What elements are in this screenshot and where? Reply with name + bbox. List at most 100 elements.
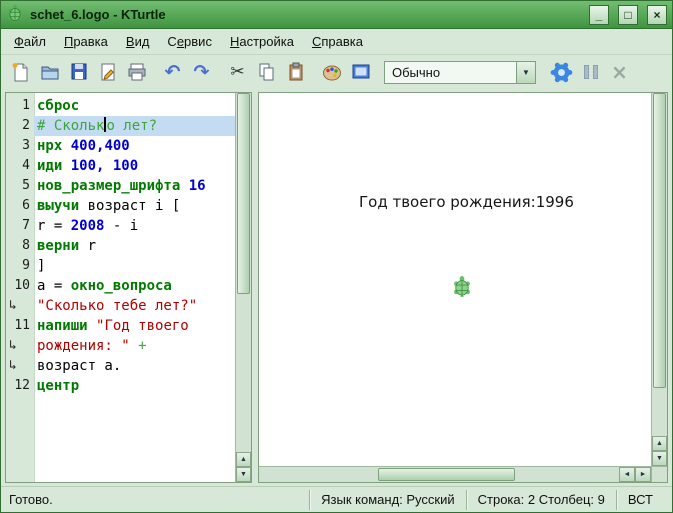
turtle-canvas: Год твоего рождения:1996 (259, 93, 651, 466)
status-insert-mode: ВСТ (616, 490, 664, 510)
editor-lines[interactable]: 1сброс2# Сколько лет?3нрх 400,4004иди 10… (6, 93, 235, 482)
main-area: 1сброс2# Сколько лет?3нрх 400,4004иди 10… (1, 89, 672, 486)
scrollbar-corner (651, 466, 667, 482)
open-file-button[interactable] (36, 59, 63, 86)
undo-button[interactable]: ↶ (159, 59, 186, 86)
editor-line[interactable]: 5нов_размер_шрифта 16 (6, 176, 235, 196)
scroll-left-icon: ◄ (624, 471, 631, 478)
print-button[interactable] (123, 59, 150, 86)
redo-button[interactable]: ↷ (188, 59, 215, 86)
editor-line[interactable]: 12центр (6, 376, 235, 396)
status-bar: Готово. Язык команд: Русский Строка: 2 С… (1, 486, 672, 512)
menu-view[interactable]: Вид (117, 30, 159, 53)
line-number: 4 (6, 156, 34, 176)
canvas-vscrollbar-track[interactable] (652, 93, 667, 436)
scroll-up-button[interactable]: ▲ (236, 452, 251, 467)
save-floppy-icon (68, 61, 90, 83)
editor-line[interactable]: 1сброс (6, 96, 235, 116)
line-number: 8 (6, 236, 34, 256)
editor-line[interactable]: ↳возраст а. (6, 356, 235, 376)
editor-line[interactable]: 6выучи возраст i [ (6, 196, 235, 216)
editor-vertical-scrollbar[interactable]: ▲ ▼ (235, 93, 251, 482)
scroll-up-icon: ▲ (656, 440, 663, 447)
paste-button[interactable] (282, 59, 309, 86)
pause-button[interactable] (577, 59, 604, 86)
editor-line[interactable]: ↳"Сколько тебе лет?" (6, 296, 235, 316)
canvas-vscrollbar-thumb[interactable] (653, 93, 666, 388)
abort-x-icon: × (611, 62, 628, 82)
canvas-scroll-left-button[interactable]: ◄ (619, 467, 635, 482)
save-button[interactable] (65, 59, 92, 86)
code-text: иди 100, 100 (34, 156, 235, 176)
code-text: рождения: " + (34, 336, 235, 356)
code-text: ] (34, 256, 235, 276)
code-text: нов_размер_шрифта 16 (34, 176, 235, 196)
editor-line[interactable]: 11напиши "Год твоего (6, 316, 235, 336)
editor-line[interactable]: ↳рождения: " + (6, 336, 235, 356)
abort-button[interactable]: × (606, 59, 633, 86)
editor-line[interactable]: 3нрх 400,400 (6, 136, 235, 156)
line-number: 3 (6, 136, 34, 156)
chevron-down-icon[interactable]: ▼ (516, 62, 535, 83)
fullscreen-icon (350, 61, 372, 83)
code-text: центр (34, 376, 235, 396)
scroll-up-icon: ▲ (240, 456, 247, 463)
cut-button[interactable]: ✂ (224, 59, 251, 86)
canvas-hscrollbar-track[interactable] (259, 467, 619, 482)
editor-line[interactable]: 7r = 2008 - i (6, 216, 235, 236)
code-text: # Сколько лет? (34, 116, 235, 136)
code-text: верни r (34, 236, 235, 256)
editor-scrollbar-track[interactable] (236, 93, 251, 452)
maximize-icon: □ (624, 9, 631, 21)
scroll-down-icon: ▼ (656, 455, 663, 462)
scroll-right-icon: ► (640, 471, 647, 478)
fullscreen-button[interactable] (347, 59, 374, 86)
palette-icon (321, 61, 343, 83)
undo-icon: ↶ (165, 63, 181, 82)
canvas-horizontal-scrollbar[interactable]: ◄ ► (259, 466, 651, 482)
run-button[interactable] (548, 59, 575, 86)
code-editor-pane: 1сброс2# Сколько лет?3нрх 400,4004иди 10… (5, 92, 252, 483)
canvas-scroll-right-button[interactable]: ► (635, 467, 651, 482)
editor-line[interactable]: 2# Сколько лет? (6, 116, 235, 136)
editor-line[interactable]: 8верни r (6, 236, 235, 256)
canvas-scroll-up-button[interactable]: ▲ (652, 436, 667, 451)
menu-tools[interactable]: Сервис (158, 30, 221, 53)
colors-button[interactable] (318, 59, 345, 86)
line-number: 5 (6, 176, 34, 196)
canvas-scroll-down-button[interactable]: ▼ (652, 451, 667, 466)
line-number: 1 (6, 96, 34, 116)
status-right-panels: Язык команд: Русский Строка: 2 Столбец: … (309, 487, 664, 512)
status-language: Язык команд: Русский (309, 490, 465, 510)
code-text: выучи возраст i [ (34, 196, 235, 216)
cut-scissors-icon: ✂ (230, 64, 244, 81)
menu-help[interactable]: Справка (303, 30, 372, 53)
canvas-vertical-scrollbar[interactable]: ▲ ▼ (651, 93, 667, 466)
menu-file[interactable]: Файл (5, 30, 55, 53)
close-button[interactable]: × (647, 5, 667, 25)
line-number: 10 (6, 276, 34, 296)
canvas-output-text: Год твоего рождения:1996 (359, 193, 574, 211)
maximize-button[interactable]: □ (618, 5, 638, 25)
editor-line[interactable]: 10а = окно_вопроса (6, 276, 235, 296)
canvas-hscrollbar-thumb[interactable] (378, 468, 515, 481)
line-wrap-icon: ↳ (6, 336, 34, 356)
code-text: напиши "Год твоего (34, 316, 235, 336)
speed-select[interactable]: Обычно ▼ (384, 61, 536, 84)
code-text: а = окно_вопроса (34, 276, 235, 296)
minimize-icon: _ (596, 9, 603, 21)
scroll-down-button[interactable]: ▼ (236, 467, 251, 482)
edit-document-button[interactable] (94, 59, 121, 86)
paste-clipboard-icon (285, 61, 307, 83)
new-file-button[interactable] (7, 59, 34, 86)
editor-line[interactable]: 4иди 100, 100 (6, 156, 235, 176)
minimize-button[interactable]: _ (589, 5, 609, 25)
editor-scrollbar-thumb[interactable] (237, 93, 250, 294)
menu-edit[interactable]: Правка (55, 30, 117, 53)
scroll-down-icon: ▼ (240, 471, 247, 478)
code-text: r = 2008 - i (34, 216, 235, 236)
menu-settings[interactable]: Настройка (221, 30, 303, 53)
editor-line[interactable]: 9] (6, 256, 235, 276)
canvas-pane: Год твоего рождения:1996 (258, 92, 668, 483)
copy-button[interactable] (253, 59, 280, 86)
